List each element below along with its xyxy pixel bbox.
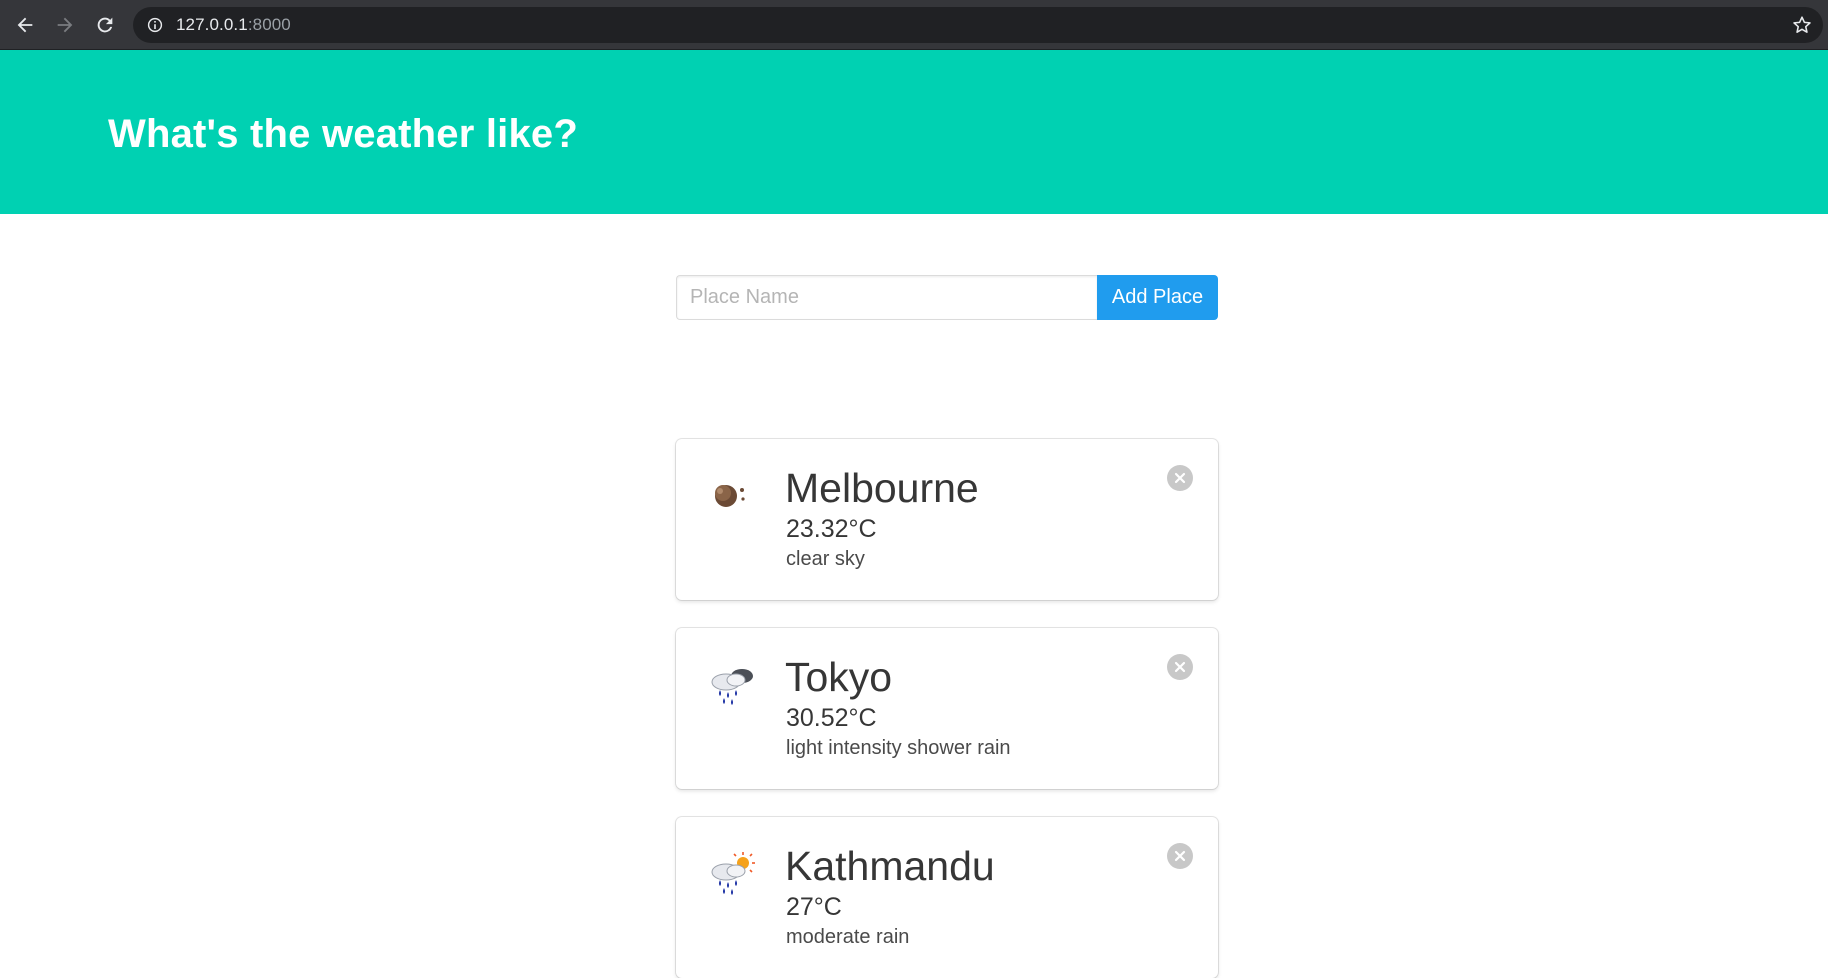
- url-text: 127.0.0.1:8000: [176, 15, 291, 35]
- add-place-button[interactable]: Add Place: [1097, 275, 1218, 320]
- rain-sun-icon: [706, 847, 758, 899]
- weather-card: Tokyo 30.52°C light intensity shower rai…: [676, 628, 1218, 789]
- address-bar[interactable]: 127.0.0.1:8000: [133, 7, 1823, 43]
- city-name: Tokyo: [785, 654, 893, 700]
- url-port: :8000: [247, 15, 291, 34]
- weather-card: Kathmandu 27°C moderate rain: [676, 817, 1218, 978]
- temperature: 27°C: [786, 893, 842, 921]
- temperature: 23.32°C: [786, 515, 877, 543]
- weather-description: light intensity shower rain: [786, 737, 1011, 759]
- browser-toolbar: 127.0.0.1:8000: [0, 0, 1828, 50]
- weather-card: Melbourne 23.32°C clear sky: [676, 439, 1218, 600]
- info-icon[interactable]: [146, 16, 164, 34]
- weather-description: moderate rain: [786, 926, 910, 948]
- temperature: 30.52°C: [786, 704, 877, 732]
- clear-night-icon: [706, 469, 758, 521]
- page-title: What's the weather like?: [108, 112, 578, 156]
- url-host: 127.0.0.1: [176, 15, 248, 34]
- forward-arrow-icon[interactable]: [50, 10, 80, 40]
- city-name: Melbourne: [785, 465, 979, 511]
- bookmark-star-icon[interactable]: [1791, 14, 1813, 36]
- delete-icon[interactable]: [1167, 654, 1193, 680]
- reload-icon[interactable]: [90, 10, 120, 40]
- back-arrow-icon[interactable]: [10, 10, 40, 40]
- hero-banner: What's the weather like?: [0, 50, 1828, 214]
- add-place-form: Add Place: [676, 275, 1218, 320]
- place-name-input[interactable]: [676, 275, 1097, 320]
- delete-icon[interactable]: [1167, 843, 1193, 869]
- city-name: Kathmandu: [785, 843, 995, 889]
- shower-rain-icon: [706, 658, 758, 710]
- delete-icon[interactable]: [1167, 465, 1193, 491]
- weather-description: clear sky: [786, 548, 865, 570]
